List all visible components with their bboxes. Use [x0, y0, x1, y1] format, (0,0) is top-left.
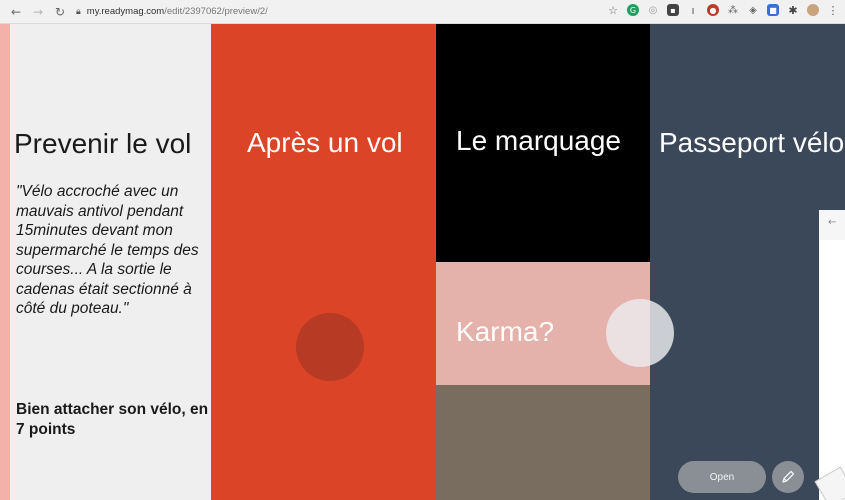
extension-square-icon[interactable]: ▪: [667, 4, 679, 16]
karma-title: Karma?: [456, 316, 555, 347]
column-title: Passeport vélo: [659, 127, 845, 158]
grammarly-icon[interactable]: G: [627, 4, 639, 16]
reload-icon[interactable]: ↻: [52, 4, 68, 20]
column-marquage[interactable]: Le marquage Karma?: [436, 24, 650, 500]
url-host: my.readymag.com: [86, 6, 165, 17]
preview-side-panel[interactable]: ←: [819, 210, 845, 500]
arrow-left-icon[interactable]: ←: [828, 217, 836, 228]
extension-shield-icon[interactable]: ◈: [747, 4, 759, 16]
column-title: Après un vol: [247, 127, 403, 158]
extension-circle-icon[interactable]: ◎: [647, 4, 659, 16]
browser-toolbar: ← → ↻ 🔒︎ my.readymag.com/edit/2397062/pr…: [0, 0, 845, 24]
extension-icons: ☆ G ◎ ▪ ı ● ⁂ ◈ ■ ✱ ⋮: [607, 4, 839, 17]
white-circle: [606, 299, 674, 367]
adblock-icon[interactable]: ●: [707, 4, 719, 16]
marquage-block: Le marquage: [436, 24, 650, 262]
column-passeport[interactable]: Passeport vélo: [650, 24, 845, 500]
star-icon[interactable]: ☆: [607, 4, 619, 17]
red-circle: [296, 313, 364, 381]
avatar[interactable]: [807, 4, 819, 16]
lock-icon: 🔒︎: [76, 6, 81, 17]
menu-dots-icon[interactable]: ⋮: [827, 4, 839, 17]
column-prevenir[interactable]: Prevenir le vol "Vélo accroché avec un m…: [10, 24, 211, 500]
extension-info-icon[interactable]: ı: [687, 4, 699, 17]
extension-blue-icon[interactable]: ■: [767, 4, 779, 16]
puzzle-icon[interactable]: ✱: [787, 4, 799, 17]
page-stage: Prevenir le vol "Vélo accroché avec un m…: [10, 24, 845, 500]
extension-grid-icon[interactable]: ⁂: [727, 4, 739, 16]
address-bar[interactable]: my.readymag.com/edit/2397062/preview/2/: [87, 6, 268, 17]
column-title: Prevenir le vol: [14, 128, 192, 159]
url-path: /edit/2397062/preview/2/: [164, 6, 268, 17]
subheading[interactable]: Bien attacher son vélo, en 7 points: [16, 400, 211, 440]
brown-block: [436, 385, 650, 500]
column-title: Le marquage: [456, 125, 622, 156]
column-apres[interactable]: Après un vol: [211, 24, 436, 500]
pencil-icon[interactable]: [772, 461, 804, 493]
quote-text: "Vélo accroché avec un mauvais antivol p…: [16, 183, 199, 317]
open-button[interactable]: Open: [678, 461, 766, 493]
back-arrow-icon[interactable]: ←: [8, 4, 24, 20]
forward-arrow-icon[interactable]: →: [30, 4, 46, 20]
